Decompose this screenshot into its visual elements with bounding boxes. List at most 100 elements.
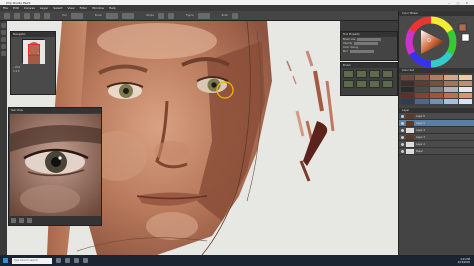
open-file-button[interactable] bbox=[14, 12, 20, 19]
color-swatch[interactable] bbox=[444, 93, 458, 98]
browser-icon[interactable] bbox=[74, 258, 79, 263]
shape-tool-button-2[interactable] bbox=[167, 12, 174, 19]
taskbar-search-input[interactable]: Type here to search bbox=[12, 257, 52, 264]
color-swatch[interactable] bbox=[415, 87, 429, 92]
brush-preset[interactable] bbox=[343, 80, 354, 88]
color-swatch[interactable] bbox=[429, 75, 444, 80]
color-swatch[interactable] bbox=[429, 81, 444, 86]
layer-row[interactable]: Layer 2 bbox=[399, 141, 474, 148]
layer-thumbnail bbox=[406, 134, 414, 140]
color-swatch[interactable] bbox=[458, 87, 472, 92]
subview-eyedropper-icon[interactable] bbox=[19, 218, 24, 223]
color-swatch[interactable] bbox=[444, 99, 458, 104]
layer-row[interactable]: Layer 5 bbox=[399, 120, 474, 127]
property-color-mixing-label: Color mixing bbox=[343, 45, 359, 49]
layer-row[interactable]: Layer 3 bbox=[399, 134, 474, 141]
color-swatch[interactable] bbox=[429, 93, 444, 98]
layer-row[interactable]: Paper bbox=[399, 148, 474, 155]
save-button[interactable] bbox=[24, 12, 30, 19]
start-icon[interactable] bbox=[3, 258, 8, 263]
color-swatch[interactable] bbox=[415, 99, 429, 104]
color-swatch[interactable] bbox=[444, 87, 458, 92]
color-swatch[interactable] bbox=[415, 93, 429, 98]
layer-row[interactable]: Layer 6 bbox=[399, 113, 474, 120]
color-swatch[interactable] bbox=[458, 99, 472, 104]
navigator-preview[interactable] bbox=[22, 39, 45, 64]
subview-delete-icon[interactable] bbox=[27, 218, 32, 223]
clip-studio-icon[interactable] bbox=[83, 258, 88, 263]
color-swatch[interactable] bbox=[458, 75, 472, 80]
color-wheel[interactable] bbox=[399, 16, 474, 68]
menu-canvas[interactable]: Canvas bbox=[24, 6, 35, 10]
menu-window[interactable]: Window bbox=[92, 6, 104, 10]
task-view-icon[interactable] bbox=[56, 258, 61, 263]
pen-tool-icon[interactable] bbox=[1, 23, 6, 28]
subview-import-icon[interactable] bbox=[11, 218, 16, 223]
visibility-eye-icon[interactable] bbox=[401, 128, 404, 132]
visibility-eye-icon[interactable] bbox=[401, 149, 404, 153]
menu-help[interactable]: Help bbox=[109, 6, 116, 10]
brush-size-slider[interactable] bbox=[357, 37, 382, 41]
color-swatch[interactable] bbox=[401, 87, 415, 92]
brush-tool-icon[interactable] bbox=[1, 30, 6, 35]
menu-select[interactable]: Select bbox=[53, 6, 62, 10]
reference-image[interactable] bbox=[10, 114, 101, 218]
tool-group-button[interactable] bbox=[70, 12, 83, 19]
undo-button[interactable] bbox=[34, 12, 40, 19]
color-swatch[interactable] bbox=[444, 75, 458, 80]
menu-edit[interactable]: Edit bbox=[13, 6, 19, 10]
ruler-tool-button[interactable] bbox=[232, 12, 239, 19]
color-swatch[interactable] bbox=[458, 93, 472, 98]
clock-date: 2/19/2020 bbox=[457, 260, 470, 264]
blur-slider[interactable] bbox=[349, 49, 374, 53]
figure-tool-button[interactable] bbox=[197, 12, 210, 19]
fill-tool-icon[interactable] bbox=[1, 44, 6, 49]
brush-preset[interactable] bbox=[382, 80, 393, 88]
layer-row[interactable]: Layer 4 bbox=[399, 127, 474, 134]
brush-preset[interactable] bbox=[369, 80, 380, 88]
shape-tool-button[interactable] bbox=[157, 12, 164, 19]
close-icon[interactable]: ✕ bbox=[465, 1, 468, 5]
menu-file[interactable]: File bbox=[3, 6, 8, 10]
brush-preset[interactable] bbox=[369, 70, 380, 78]
color-swatch[interactable] bbox=[401, 81, 415, 86]
navigator-angle-value[interactable]: 0.0 bbox=[16, 70, 20, 73]
color-swatch[interactable] bbox=[415, 75, 429, 80]
eyedropper-tool-icon[interactable] bbox=[1, 51, 6, 56]
brush-preset[interactable] bbox=[343, 70, 354, 78]
color-swatch[interactable] bbox=[401, 93, 415, 98]
menu-view[interactable]: View bbox=[68, 6, 75, 10]
brush-preset[interactable] bbox=[356, 80, 367, 88]
navigator-view-frame[interactable] bbox=[28, 44, 40, 56]
brush-group-button-2[interactable] bbox=[122, 12, 135, 19]
color-swatch[interactable] bbox=[458, 81, 472, 86]
visibility-eye-icon[interactable] bbox=[401, 114, 404, 118]
tool-strip bbox=[0, 21, 7, 255]
brush-preset[interactable] bbox=[382, 70, 393, 78]
color-swatch[interactable] bbox=[444, 81, 458, 86]
color-swatch[interactable] bbox=[401, 75, 415, 80]
color-swatch[interactable] bbox=[429, 87, 444, 92]
color-swatch[interactable] bbox=[415, 81, 429, 86]
taskbar-clock[interactable]: 4:21 PM 2/19/2020 bbox=[458, 258, 470, 264]
color-swatch[interactable] bbox=[401, 99, 415, 104]
file-explorer-icon[interactable] bbox=[65, 258, 70, 263]
tool-property-panel: Tool Property Brush size Opacity Color m… bbox=[340, 31, 398, 61]
maximize-icon[interactable]: □ bbox=[457, 1, 460, 5]
visibility-eye-icon[interactable] bbox=[401, 135, 404, 139]
brush-group-button[interactable] bbox=[106, 12, 119, 19]
minimize-icon[interactable]: — bbox=[448, 1, 451, 5]
menu-filter[interactable]: Filter bbox=[80, 6, 87, 10]
brush-preset[interactable] bbox=[356, 70, 367, 78]
new-file-button[interactable] bbox=[4, 12, 10, 19]
sub-view-title: Sub View bbox=[9, 108, 101, 113]
property-blur-label: Blur bbox=[343, 49, 348, 53]
color-swatch[interactable] bbox=[429, 99, 444, 104]
menu-layer[interactable]: Layer bbox=[40, 6, 48, 10]
toolbar-section-tool: Tool bbox=[62, 14, 67, 17]
eraser-tool-icon[interactable] bbox=[1, 37, 6, 42]
opacity-slider[interactable] bbox=[354, 41, 379, 45]
redo-button[interactable] bbox=[44, 12, 50, 19]
visibility-eye-icon[interactable] bbox=[401, 121, 404, 125]
visibility-eye-icon[interactable] bbox=[401, 142, 404, 146]
